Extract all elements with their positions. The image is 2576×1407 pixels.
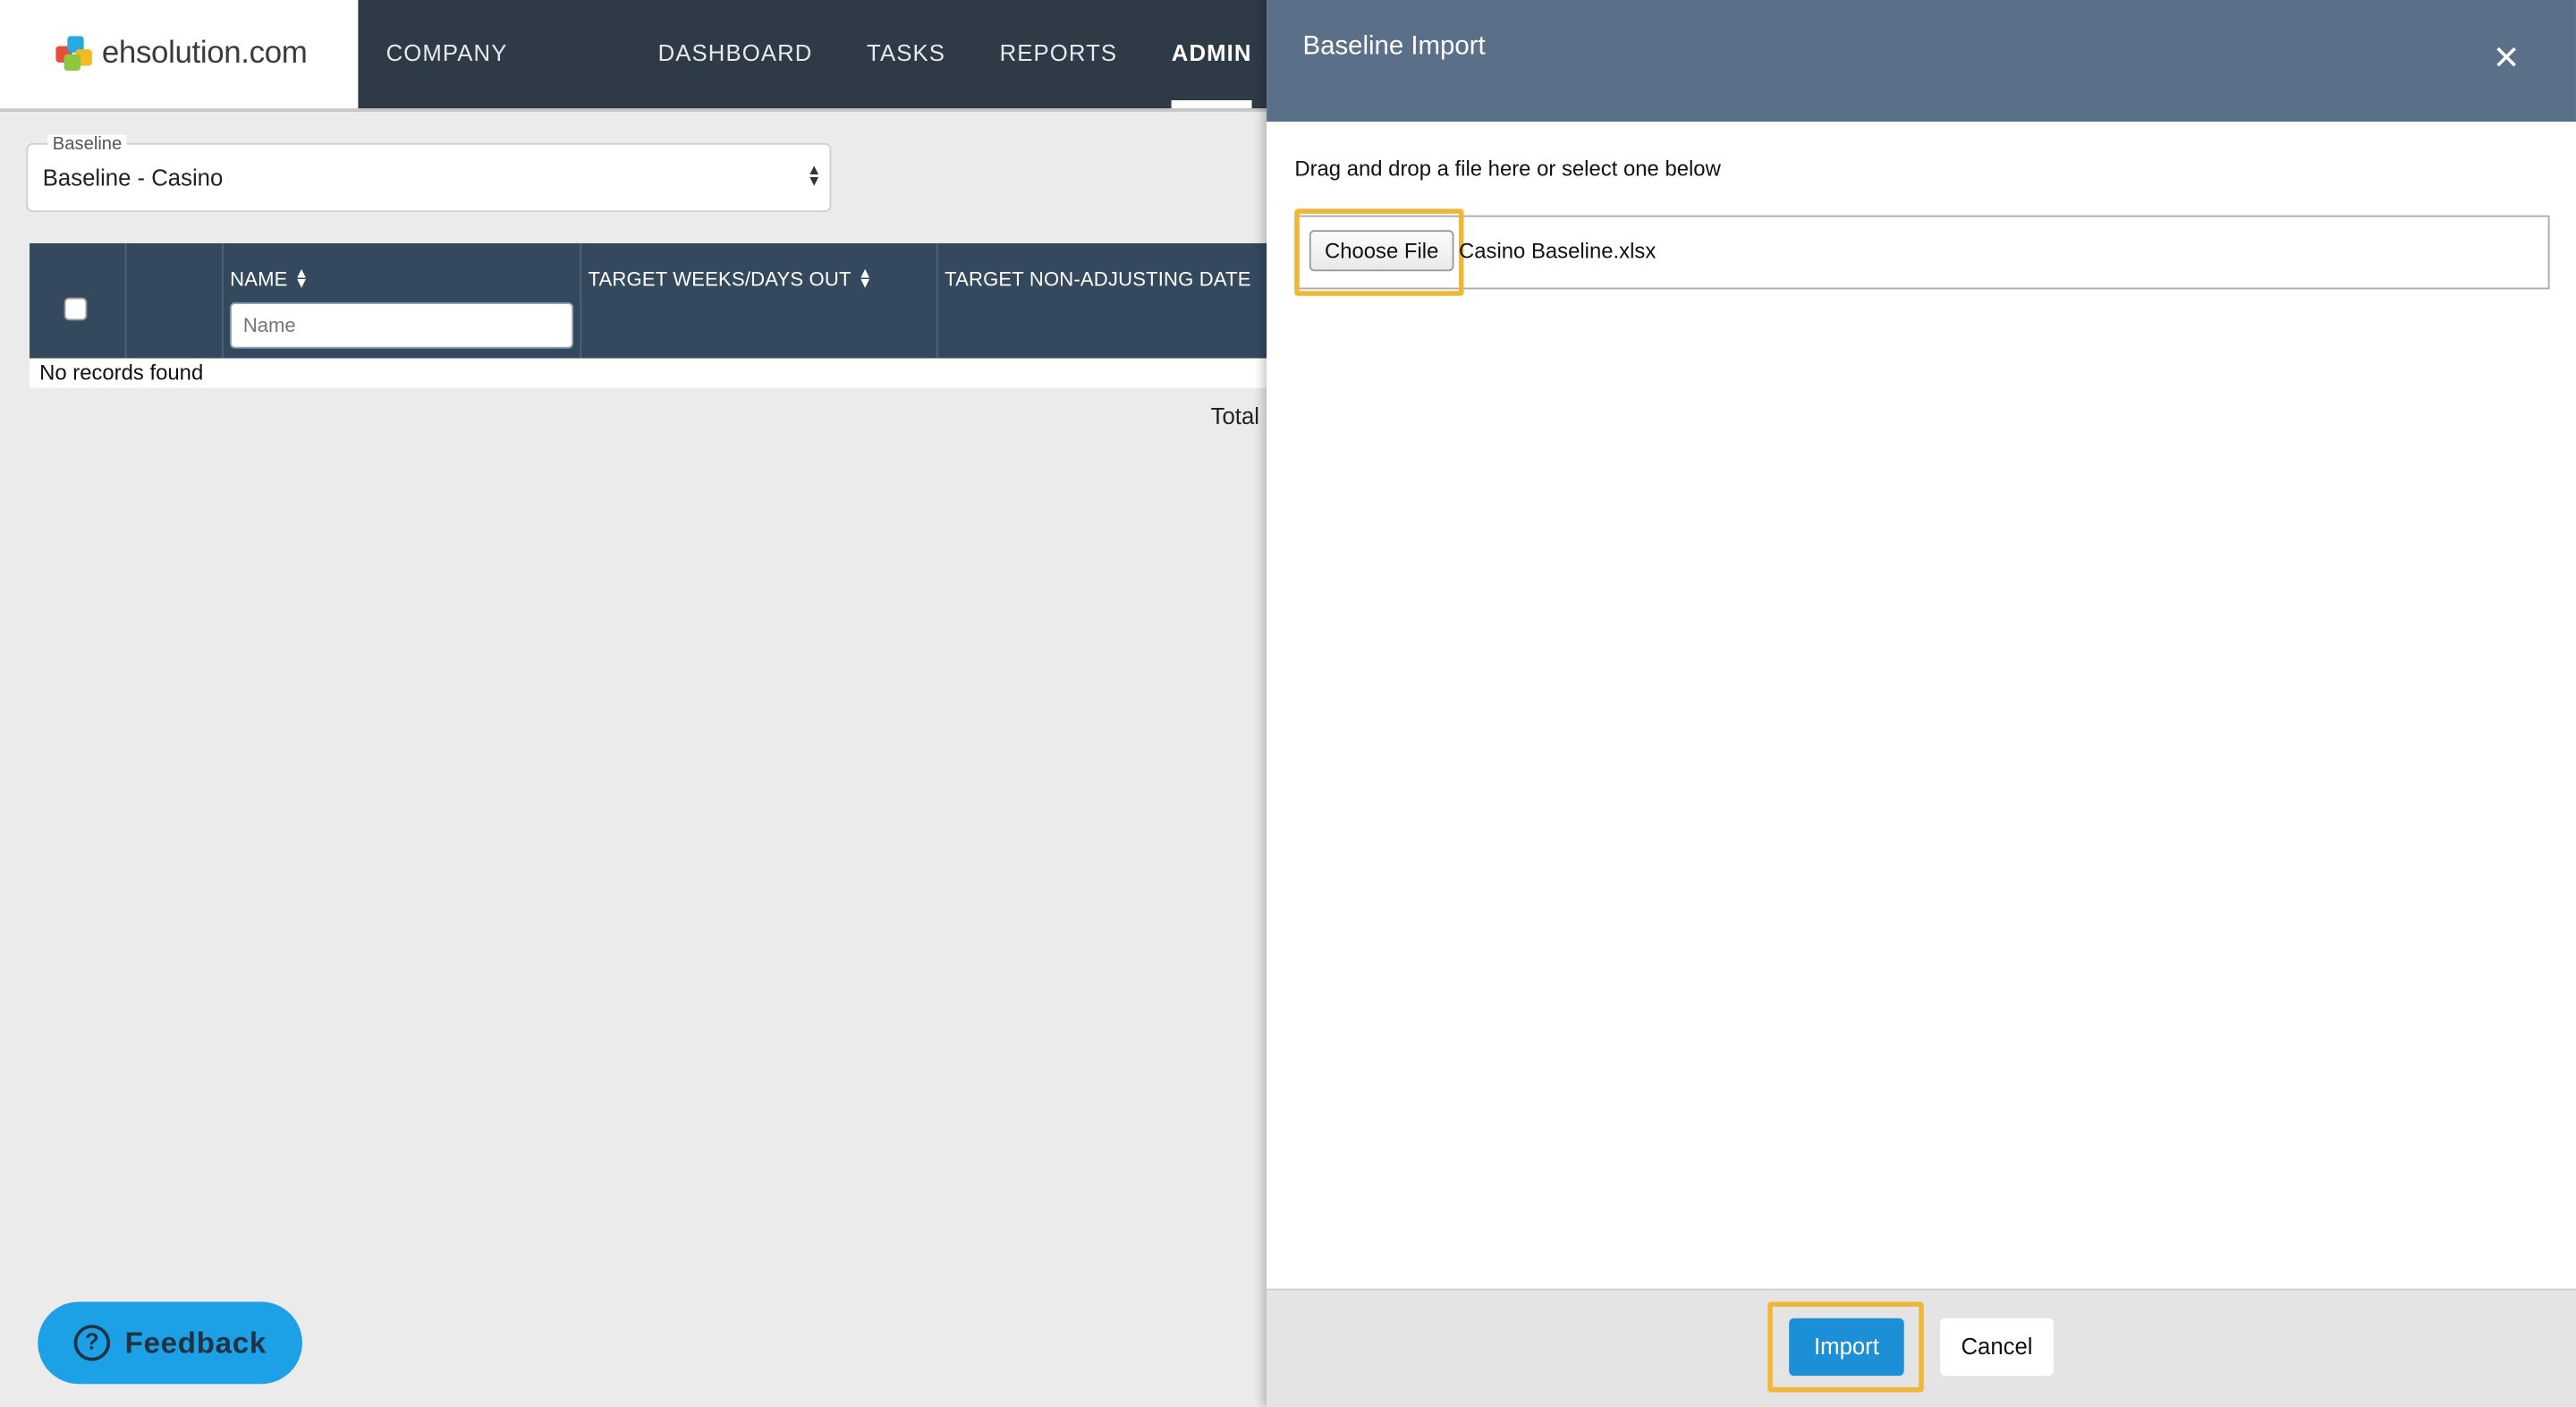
dialog-header: Baseline Import ✕ [1267,0,2576,122]
sort-icon[interactable]: ▲ ▼ [294,266,309,291]
help-circle-icon: ? [73,1325,111,1361]
sort-icon[interactable]: ▲ ▼ [858,266,873,291]
drop-zone-instructions: Drag and drop a file here or select one … [1294,156,1721,182]
empty-table-message: No records found [30,358,1268,388]
feedback-button[interactable]: ? Feedback [38,1301,302,1385]
main-nav: COMPANY OVERVIEW DASHBOARD TASKS REPORTS… [358,0,1278,171]
logo-text: ehsolution.com [101,36,308,72]
cancel-button[interactable]: Cancel [1940,1318,2054,1377]
baseline-select-label: Baseline [47,134,127,155]
nav-dashboard[interactable]: DASHBOARD [658,0,813,108]
select-arrows-icon: ▲ ▼ [806,161,822,190]
nav-tasks[interactable]: TASKS [867,0,945,108]
nav-reports[interactable]: REPORTS [1000,0,1118,108]
baseline-select-value: Baseline - Casino [42,164,224,191]
column-target-date[interactable]: TARGET NON-ADJUSTING DATE [938,243,1268,359]
header-divider [0,108,1268,112]
import-button[interactable]: Import [1789,1318,1904,1377]
baseline-select[interactable]: Baseline Baseline - Casino ▲ ▼ [26,134,832,213]
brand-logo[interactable]: ehsolution.com [0,0,359,109]
column-actions [126,242,224,359]
column-target-weeks-label: TARGET WEEKS/DAYS OUT [588,267,852,292]
choose-file-button[interactable]: Choose File [1309,230,1454,272]
dialog-title: Baseline Import [1302,32,1486,61]
column-select-all [30,242,127,359]
feedback-label: Feedback [124,1326,267,1359]
column-target-date-label: TARGET NON-ADJUSTING DATE [945,267,1251,292]
selected-file-name: Casino Baseline.xlsx [1458,238,1657,264]
baseline-import-dialog: Baseline Import ✕ Drag and drop a file h… [1267,0,2576,1407]
nav-company-overview[interactable]: COMPANY OVERVIEW [386,0,604,171]
select-all-checkbox[interactable] [64,297,88,321]
app-root: ehsolution.com COMPANY OVERVIEW DASHBOAR… [0,0,2576,1407]
column-name[interactable]: NAME ▲ ▼ [224,242,582,359]
nav-admin[interactable]: ADMIN [1171,0,1252,109]
table-header: NAME▲▼ TARGET WEEKS/DAYS OUT▲▼ TARGET NO… [30,242,1268,359]
column-target-weeks[interactable]: TARGET WEEKS/DAYS OUT ▲ ▼ [581,242,938,359]
logo-cube-icon [55,36,92,72]
total-label: Total [1210,403,1259,429]
close-icon[interactable]: ✕ [2493,43,2521,76]
column-name-label: NAME [230,267,288,292]
name-filter-input[interactable] [230,302,574,349]
